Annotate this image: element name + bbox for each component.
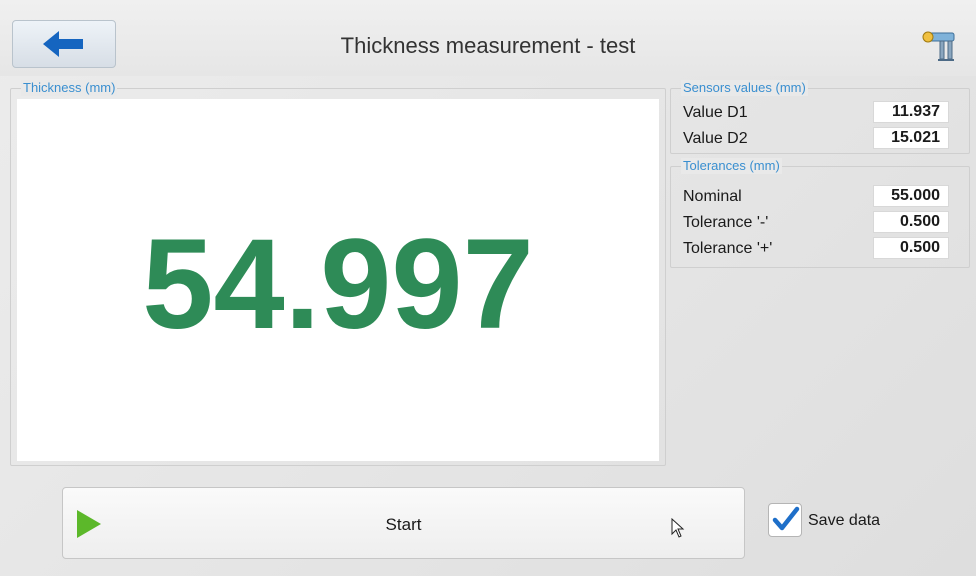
sensors-legend: Sensors values (mm) — [681, 80, 808, 96]
mouse-cursor-icon — [671, 518, 685, 538]
save-data-label[interactable]: Save data — [808, 512, 880, 530]
page-title: Thickness measurement - test — [340, 33, 636, 58]
tolerance-row-minus: Tolerance '-' 0.500 — [683, 211, 957, 235]
caliper-icon[interactable] — [918, 25, 960, 63]
tolerance-row-nominal: Nominal 55.000 — [683, 185, 957, 209]
sensor-value: 11.937 — [873, 101, 949, 123]
thickness-legend: Thickness (mm) — [21, 80, 118, 96]
tolerance-label: Tolerance '+' — [683, 240, 773, 257]
tolerance-label: Nominal — [683, 188, 742, 205]
start-button[interactable]: Start — [62, 487, 745, 559]
sensor-row-d1: Value D1 11.937 — [683, 101, 957, 125]
thickness-display: 54.997 — [17, 99, 659, 461]
checkmark-icon — [772, 506, 800, 531]
save-data-checkbox[interactable] — [768, 503, 802, 537]
sensor-label: Value D1 — [683, 104, 748, 121]
tolerance-label: Tolerance '-' — [683, 214, 769, 231]
thickness-group: Thickness (mm) 54.997 — [10, 80, 666, 466]
sensor-label: Value D2 — [683, 130, 748, 147]
tolerance-row-plus: Tolerance '+' 0.500 — [683, 237, 957, 261]
sensors-group: Sensors values (mm) Value D1 11.937 Valu… — [670, 80, 970, 154]
tolerances-legend: Tolerances (mm) — [681, 158, 782, 174]
title-bar: Thickness measurement - test — [0, 0, 976, 76]
sensor-row-d2: Value D2 15.021 — [683, 127, 957, 151]
start-label: Start — [385, 515, 422, 534]
tolerance-value[interactable]: 55.000 — [873, 185, 949, 207]
thickness-value: 54.997 — [142, 212, 534, 356]
tolerance-value[interactable]: 0.500 — [873, 237, 949, 259]
tolerances-group: Tolerances (mm) Nominal 55.000 Tolerance… — [670, 158, 970, 268]
tolerance-value[interactable]: 0.500 — [873, 211, 949, 233]
sensor-value: 15.021 — [873, 127, 949, 149]
